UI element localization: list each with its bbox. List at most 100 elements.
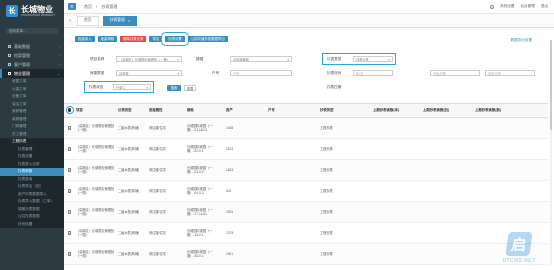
sidebar-sub2-item[interactable]: 用户抄表数据录入 xyxy=(0,191,64,199)
top-link-settings[interactable]: 系统设置 xyxy=(500,4,514,9)
house-type-label: 房屋类型 xyxy=(90,71,105,75)
sidebar-sub2-item[interactable]: 抄表查询 xyxy=(0,176,64,184)
cell-project: （高新区）长城物业管理处（一期） xyxy=(76,123,115,132)
sidebar-subitem[interactable]: 门岗管理 xyxy=(0,123,64,131)
select-all-checkbox[interactable] xyxy=(65,106,74,114)
tab-scroll-left-icon[interactable]: « xyxy=(67,18,73,24)
shared-export-button[interactable]: 公用共摊抄表数据导出 xyxy=(187,36,228,42)
top-link-admin[interactable]: 后台管理 xyxy=(520,4,534,9)
meter-type-select[interactable]: 抄表仪表 xyxy=(353,56,393,62)
row-checkbox[interactable]: ✓ xyxy=(67,126,71,130)
sidebar-sub2-item[interactable]: 抄表设置 xyxy=(0,153,64,161)
project-select[interactable]: （高新区）长城物业管理处（一期） xyxy=(116,56,182,62)
col-header[interactable]: 项目 xyxy=(75,108,117,112)
vertical-scrollbar[interactable] xyxy=(550,40,552,265)
cell-attr: 商住楼/住宅 xyxy=(149,125,166,130)
sidebar-sub2-item[interactable]: 抄表导出（旧） xyxy=(0,183,64,191)
period-input[interactable]: 年/月 xyxy=(353,70,393,76)
cell-attr: 商住楼/住宅 xyxy=(149,146,166,151)
table-row[interactable]: ✓ （高新区）长城物业管理处（一期） 二级水表(商铺) 商住楼/住宅 长城国际家园（一期… xyxy=(64,139,548,160)
table-row[interactable]: ✓ （高新区）长城物业管理处（一期） 二级水表(商铺) 商住楼/住宅 长城国际家园（一期… xyxy=(64,160,548,181)
sidebar-item-archives[interactable]: 档案管理 ‹ xyxy=(0,51,64,60)
meter-settings-button[interactable]: 抄表设置 xyxy=(161,32,189,46)
tab-home[interactable]: 首页 xyxy=(77,15,99,26)
top-link-logout[interactable]: 退出 xyxy=(541,4,548,9)
scrollbar-thumb[interactable] xyxy=(550,40,552,130)
delete-records-button[interactable]: 删除抄表记录 xyxy=(120,36,147,42)
table-row[interactable]: ✓ （高新区）长城物业管理处（一期） 二级水表(商铺) 商住楼/住宅 长城国际家园（一期… xyxy=(64,202,548,223)
table-row[interactable]: ✓ （高新区）长城物业管理处（一期） 二级水表(商铺) 商住楼/住宅 长城国际家园（一期… xyxy=(64,118,548,139)
row-checkbox[interactable]: ✓ xyxy=(67,231,71,235)
sidebar-item-customers[interactable]: 客户管理 ‹ xyxy=(0,60,64,69)
cell-building: 长城国际家园（一期）-13-0-1 xyxy=(187,228,213,237)
search-button[interactable]: 搜索 xyxy=(167,85,181,91)
batch-review-button[interactable]: 批量审核 xyxy=(97,36,118,42)
cell-project: （高新区）长城物业管理处（一期） xyxy=(76,207,115,216)
sidebar-sub2-item[interactable]: 调度抄表数据 xyxy=(0,206,64,214)
date-from-input[interactable]: 开始日期 xyxy=(430,70,480,76)
row-checkbox[interactable]: ✓ xyxy=(67,168,71,172)
sidebar-subitem[interactable]: 员工管理 xyxy=(0,131,64,139)
sidebar-sub-submenu: 抄表管理 抄表设置 抄表录入记录 抄表审核 抄表查询 抄表导出（旧） 用户抄表数… xyxy=(0,145,64,229)
sidebar-item-basic-data[interactable]: 基础数据 ‹ xyxy=(0,42,64,51)
table-header: 项目 仪表类型 房屋属性 楼栋 房产 户号 抄表类型 上期抄表读数(本) 上期抄… xyxy=(64,103,548,118)
col-header[interactable]: 抄表类型 xyxy=(319,108,372,112)
cell-room: 1603 xyxy=(226,167,234,172)
table-row[interactable]: ✓ （高新区）长城物业管理处（一期） 二级水表(商铺) 商住楼/住宅 长城国际家园（一期… xyxy=(64,223,548,244)
col-header[interactable]: 上期抄表读数(新) xyxy=(474,108,524,112)
menu-toggle-button[interactable]: ≡ xyxy=(68,3,76,10)
cell-building: 长城国际家园（一期）-03-0-2 xyxy=(187,165,213,174)
col-header[interactable]: 房屋属性 xyxy=(148,108,186,112)
sidebar-subitem[interactable]: 设备工单 xyxy=(0,93,64,101)
building-select[interactable]: 请选择楼幢 xyxy=(230,56,292,62)
sidebar-subitem[interactable]: 装修管理 xyxy=(0,116,64,124)
col-header[interactable]: 仪表类型 xyxy=(117,108,148,112)
sidebar-sub2-item[interactable]: 抄表录入记录 xyxy=(0,161,64,169)
unit-input[interactable]: 户号 xyxy=(230,70,292,76)
sidebar-subitem[interactable]: 保洁工单 xyxy=(0,101,64,109)
sidebar-subitem[interactable]: 房屋工单 xyxy=(0,78,64,86)
col-header[interactable]: 房产 xyxy=(225,108,267,112)
col-header[interactable]: 户号 xyxy=(267,108,319,112)
reset-button[interactable]: 重置 xyxy=(184,85,196,91)
sidebar-subitem[interactable]: 计量工单 xyxy=(0,86,64,94)
status-select[interactable]: 已录入 xyxy=(113,84,151,90)
sidebar-subitem[interactable]: 营养管理 xyxy=(0,108,64,116)
row-checkbox[interactable]: ✓ xyxy=(67,147,71,151)
close-icon[interactable]: × xyxy=(128,16,130,25)
bell-icon[interactable] xyxy=(490,4,495,9)
cell-project: （高新区）长城物业管理处（一期） xyxy=(76,249,115,258)
tab-meter-management[interactable]: 抄表管理 × xyxy=(102,15,138,26)
date-to-input[interactable]: 结束日期 xyxy=(485,70,535,76)
sidebar-sub2-item-current[interactable]: 抄表审核 xyxy=(0,168,64,176)
sidebar-sub2-item[interactable]: 抄表管理 xyxy=(0,146,64,154)
sidebar-subitem-meter-reading[interactable]: 工程抄表 xyxy=(0,138,64,146)
table-row[interactable]: ✓ （高新区）长城物业管理处（一期） 二级水表(商铺) 商住楼/住宅 长城国际家园（一期… xyxy=(64,244,548,265)
meter-table: 项目 仪表类型 房屋属性 楼栋 房产 户号 抄表类型 上期抄表读数(本) 上期抄… xyxy=(64,103,548,265)
brand-logo: 长 长城物业 CHANGCHENG PROPERTY xyxy=(0,0,64,22)
cell-building: 长城国际家园（一期）-06-0-1 xyxy=(187,249,213,258)
batch-entry-button[interactable]: 批量录入 xyxy=(75,36,95,42)
col-header[interactable]: 上期抄表读数(本) xyxy=(372,108,422,112)
cell-reading_type: 工程抄表 xyxy=(320,230,333,235)
row-checkbox[interactable]: ✓ xyxy=(67,210,71,214)
row-checkbox[interactable]: ✓ xyxy=(67,189,71,193)
sidebar-sub2-item[interactable]: 公共抄表数据 xyxy=(0,213,64,221)
col-header[interactable]: 上期抄表读数(旧) xyxy=(422,108,474,112)
sidebar-item-property[interactable]: 物业管理 ⌄ xyxy=(0,69,64,78)
cell-room: 1703 xyxy=(226,230,234,235)
building-icon xyxy=(8,72,11,75)
house-type-select[interactable]: 请选择 xyxy=(116,70,182,76)
sidebar-search-input[interactable]: 搜索菜单... xyxy=(6,28,58,34)
row-checkbox[interactable]: ✓ xyxy=(67,252,71,256)
row-select-cell: ✓ xyxy=(64,168,75,172)
sidebar-sub2-item[interactable]: 抄表导入数据（工单） xyxy=(0,198,64,206)
col-header[interactable]: 楼栋 xyxy=(186,108,225,112)
cell-type: 二级水表(商铺) xyxy=(118,251,140,256)
table-row[interactable]: ✓ （高新区）长城物业管理处（一期） 二级水表(商铺) 商住楼/住宅 长城国际家园（一期… xyxy=(64,181,548,202)
export-button[interactable]: 导出 xyxy=(149,36,163,42)
breadcrumb-home[interactable]: 首页 xyxy=(84,4,92,9)
cell-project: （高新区）长城物业管理处（一期） xyxy=(76,144,115,153)
export-settings-link[interactable]: 数据导出设置 xyxy=(510,38,532,43)
sidebar-sub2-item[interactable]: 月份设置 xyxy=(0,221,64,229)
